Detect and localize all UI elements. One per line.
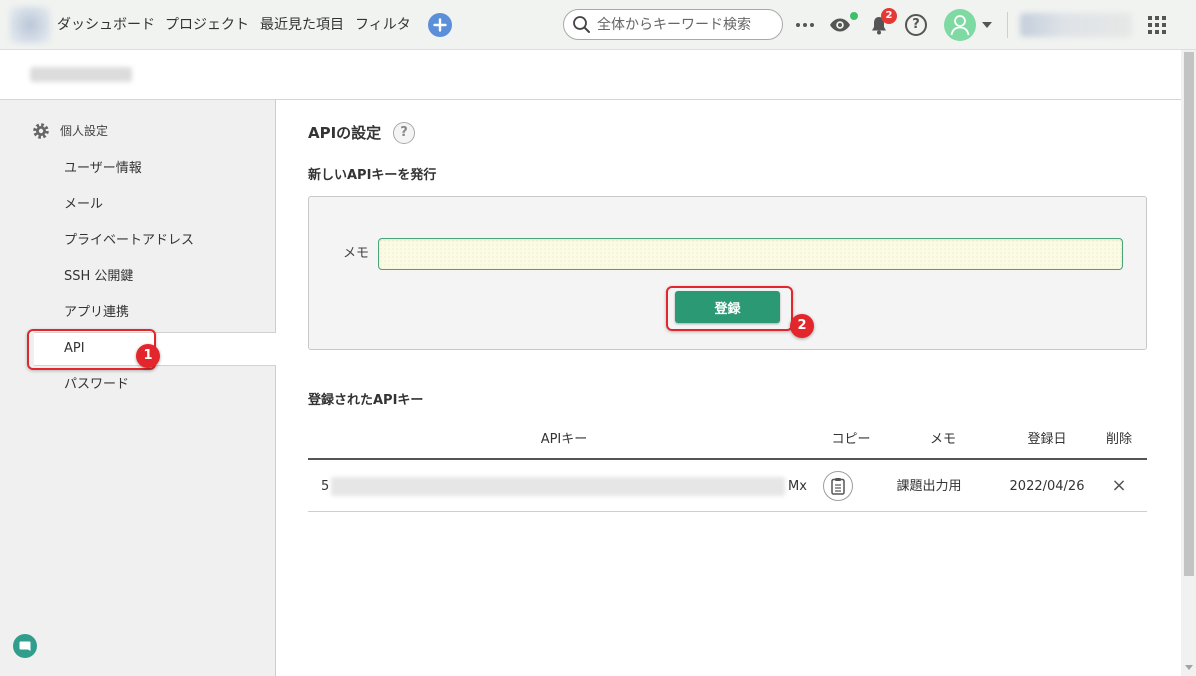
watch-status-dot <box>849 11 859 21</box>
column-header-delete: 削除 <box>1105 432 1132 447</box>
api-help-icon[interactable]: ? <box>393 122 415 144</box>
column-header-copy: コピー <box>831 432 871 447</box>
eye-icon[interactable] <box>829 17 851 33</box>
sidebar-item-user-info[interactable]: ユーザー情報 <box>34 152 276 186</box>
plus-icon <box>433 18 447 32</box>
column-header-date: 登録日 <box>1027 432 1067 447</box>
chat-icon <box>19 641 31 651</box>
user-icon <box>950 15 970 36</box>
caret-down-icon[interactable] <box>982 22 992 28</box>
annotation-marker-1: 1 <box>136 344 160 368</box>
scroll-down-arrow[interactable] <box>1185 665 1193 670</box>
sidebar-item-password[interactable]: パスワード <box>34 368 276 402</box>
chat-button[interactable] <box>13 634 37 658</box>
add-button[interactable] <box>428 13 452 37</box>
nav-dashboard[interactable]: ダッシュボード <box>57 0 155 50</box>
api-key-start: 5 <box>321 479 330 494</box>
annotation-marker-2: 2 <box>790 314 814 338</box>
space-header <box>0 50 1181 100</box>
api-key-memo: 課題出力用 <box>896 479 962 494</box>
sidebar-item-mail[interactable]: メール <box>34 188 276 222</box>
global-search <box>563 9 783 40</box>
api-key-end: Mx <box>788 479 807 494</box>
column-header-memo: メモ <box>929 432 956 447</box>
nav-projects[interactable]: プロジェクト <box>165 0 249 50</box>
space-logo[interactable] <box>9 6 51 44</box>
annotation-highlight-register <box>666 286 793 331</box>
sidebar-item-ssh-keys[interactable]: SSH 公開鍵 <box>34 260 276 294</box>
clipboard-icon <box>831 478 845 495</box>
blurred-api-key <box>331 477 785 496</box>
grid-icon[interactable] <box>1148 16 1166 34</box>
blurred-space-name <box>30 67 132 82</box>
table-header-divider <box>308 458 1147 460</box>
scrollbar-thumb[interactable] <box>1184 52 1194 576</box>
more-icon[interactable] <box>795 22 815 28</box>
user-avatar[interactable] <box>944 9 976 41</box>
column-header-api-key: APIキー <box>540 432 588 447</box>
nav-filters[interactable]: フィルタ <box>355 0 411 50</box>
api-key-date: 2022/04/26 <box>1009 479 1085 494</box>
sidebar-section-title: 個人設定 <box>60 124 109 138</box>
memo-field[interactable] <box>378 238 1123 270</box>
help-icon[interactable]: ? <box>905 14 927 36</box>
sidebar-item-app-integration[interactable]: アプリ連携 <box>34 296 276 330</box>
new-key-heading: 新しいAPIキーを発行 <box>308 168 437 183</box>
copy-key-button[interactable] <box>823 471 853 501</box>
header-divider <box>1007 12 1008 38</box>
page-title: APIの設定 <box>308 124 382 142</box>
search-input[interactable] <box>597 10 775 39</box>
notification-count-badge: 2 <box>881 8 897 24</box>
sidebar-item-private-address[interactable]: プライベートアドレス <box>34 224 276 258</box>
close-icon[interactable]: × <box>1107 475 1131 497</box>
table-row-divider <box>308 511 1147 512</box>
nav-recently-viewed[interactable]: 最近見た項目 <box>260 0 344 50</box>
search-icon <box>573 16 590 33</box>
gear-icon <box>33 123 49 139</box>
memo-label: メモ <box>343 246 370 261</box>
registered-keys-heading: 登録されたAPIキー <box>308 393 424 408</box>
blurred-user-name[interactable] <box>1020 13 1132 37</box>
